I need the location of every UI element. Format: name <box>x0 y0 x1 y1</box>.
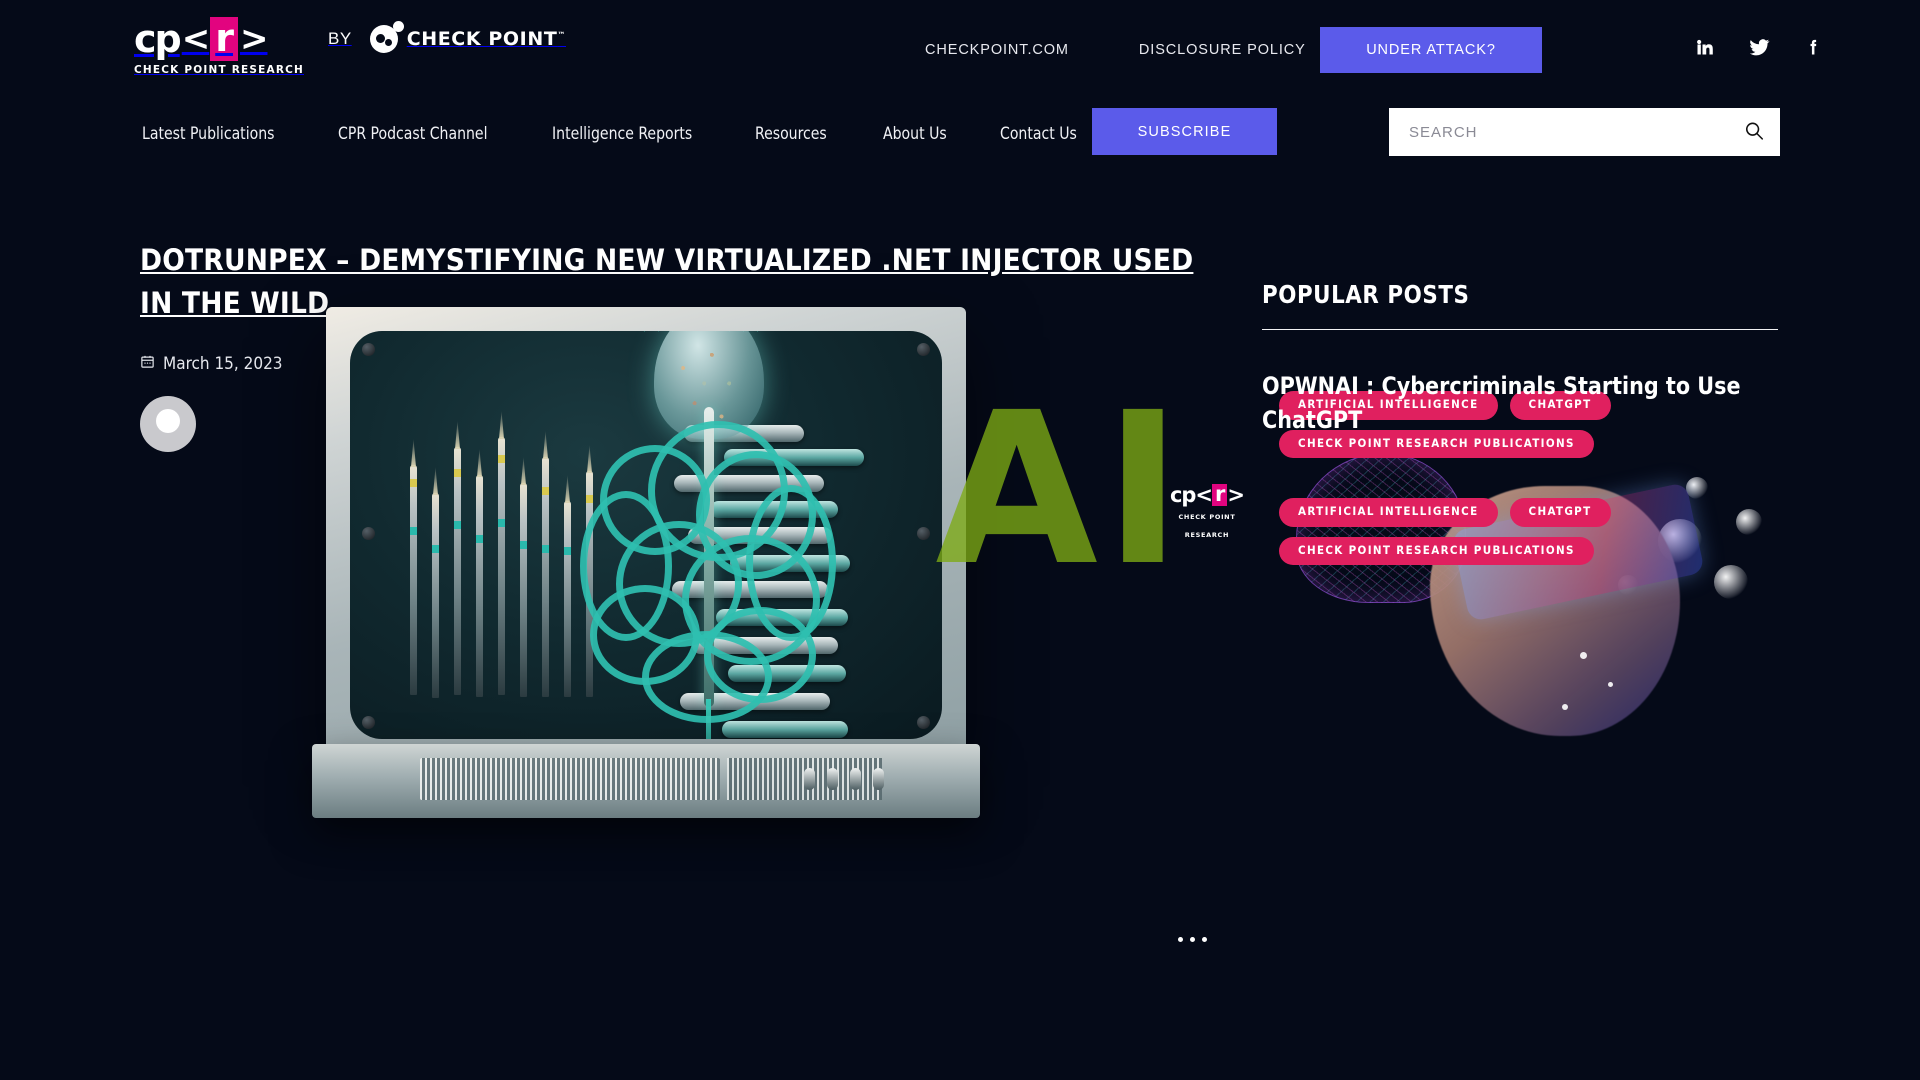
hero-article-date: March 15, 2023 <box>163 353 283 374</box>
facebook-icon[interactable] <box>1802 36 1824 58</box>
cpr-logo: cp < r > CHECK POINT RESEARCH <box>134 17 304 76</box>
search-button[interactable] <box>1728 108 1780 156</box>
site-logo-link[interactable]: cp < r > CHECK POINT RESEARCH BY CHECK POIN… <box>134 17 566 76</box>
nav-intelligence-reports[interactable]: Intelligence Reports <box>552 118 692 150</box>
avatar <box>140 395 196 452</box>
check-point-dot-icon <box>392 21 404 32</box>
cpr-logo-mark: cp < r > <box>134 17 304 61</box>
under-attack-button[interactable]: UNDER ATTACK? <box>1320 27 1542 73</box>
linkedin-icon[interactable] <box>1694 36 1716 58</box>
twitter-icon[interactable] <box>1748 36 1770 58</box>
cpr-logo-tagline: CHECK POINT RESEARCH <box>134 64 304 76</box>
disclosure-policy-link[interactable]: DISCLOSURE POLICY <box>1139 42 1306 58</box>
cpr-logo-cp: cp <box>134 17 182 61</box>
cpr-logo-gt: > <box>239 19 268 59</box>
nav-about-us[interactable]: About Us <box>883 118 947 150</box>
nav-contact-us[interactable]: Contact Us <box>1000 118 1077 150</box>
cpr-logo-r: r <box>210 17 238 61</box>
top-bar: cp < r > CHECK POINT RESEARCH BY CHECK POIN… <box>0 0 1920 88</box>
hero-more-options-button[interactable] <box>1174 929 1211 950</box>
calendar-icon <box>140 354 155 374</box>
sidebar-popular-posts: POPULAR POSTS AI <box>935 280 1778 737</box>
ellipsis-icon <box>1178 937 1183 942</box>
top-links: CHECKPOINT.COM DISCLOSURE POLICY <box>925 42 1306 58</box>
social-links <box>1694 36 1824 58</box>
subscribe-button[interactable]: SUBSCRIBE <box>1092 108 1277 155</box>
ellipsis-icon <box>1202 937 1207 942</box>
checkpoint-com-link[interactable]: CHECKPOINT.COM <box>925 42 1069 58</box>
check-point-logo: CHECK POINT™ <box>369 21 567 53</box>
nav-cpr-podcast-channel[interactable]: CPR Podcast Channel <box>338 118 487 150</box>
check-point-wordmark: CHECK POINT™ <box>406 28 567 50</box>
nav-resources[interactable]: Resources <box>755 118 827 150</box>
cpr-logo-lt: < <box>181 19 210 59</box>
search-box[interactable] <box>1389 108 1780 156</box>
popular-posts-heading: POPULAR POSTS <box>1262 280 1470 309</box>
popular-post-card: AI ARTIFICIAL INTELLIGENCE CHATGPT CHECK… <box>935 369 1778 603</box>
search-input[interactable] <box>1389 123 1728 141</box>
popular-post-title[interactable]: OPWNAI : Cybercriminals Starting to Use … <box>1262 369 1742 437</box>
page-root: cp < r > CHECK POINT RESEARCH BY CHECK POIN… <box>0 0 1920 1080</box>
ellipsis-icon <box>1190 937 1195 942</box>
logo-by-label: BY <box>328 29 352 48</box>
popular-posts-divider <box>1262 329 1778 330</box>
search-icon <box>1743 120 1765 145</box>
nav-links: Latest Publications CPR Podcast Channel … <box>142 118 1084 150</box>
check-point-bubble-icon <box>369 21 404 53</box>
nav-latest-publications[interactable]: Latest Publications <box>142 118 274 150</box>
